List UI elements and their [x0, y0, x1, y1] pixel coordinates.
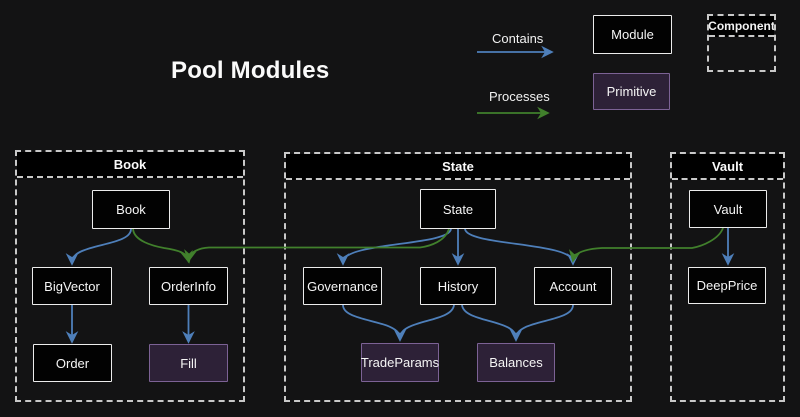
section-vault-header: Vault — [672, 154, 783, 180]
node-order: Order — [33, 344, 112, 382]
node-account: Account — [534, 267, 612, 305]
legend-module-box: Module — [593, 15, 672, 54]
legend-component-box: Component — [707, 14, 776, 72]
node-state: State — [420, 189, 496, 229]
node-vault: Vault — [689, 190, 767, 228]
legend-processes-label: Processes — [489, 89, 550, 104]
node-bigvector: BigVector — [32, 267, 112, 305]
legend-primitive-box: Primitive — [593, 73, 670, 110]
legend-component-label: Component — [709, 16, 774, 37]
node-orderinfo: OrderInfo — [149, 267, 228, 305]
section-book-header: Book — [17, 152, 243, 178]
node-fill: Fill — [149, 344, 228, 382]
section-state-header: State — [286, 154, 630, 180]
node-book: Book — [92, 190, 170, 229]
node-governance: Governance — [303, 267, 382, 305]
pool-modules-diagram: Pool Modules Contains Processes Module P… — [0, 0, 800, 417]
page-title: Pool Modules — [171, 57, 329, 85]
node-balances: Balances — [477, 343, 555, 382]
node-deepprice: DeepPrice — [688, 267, 766, 304]
node-tradeparams: TradeParams — [361, 343, 439, 382]
legend-contains-label: Contains — [492, 31, 543, 46]
node-history: History — [420, 267, 496, 305]
